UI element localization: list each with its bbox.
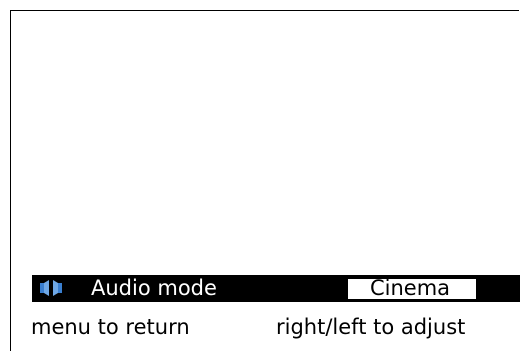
menu-return-hint: menu to return [31,315,190,339]
hint-row: menu to return right/left to adjust [31,314,520,342]
adjust-hint: right/left to adjust [276,315,466,339]
speaker-icon [40,280,62,296]
audio-mode-bar[interactable]: Audio mode Cinema [32,275,520,302]
audio-mode-value: Cinema [370,279,451,299]
audio-mode-label: Audio mode [91,276,217,300]
audio-mode-value-box[interactable]: Cinema [348,279,476,299]
